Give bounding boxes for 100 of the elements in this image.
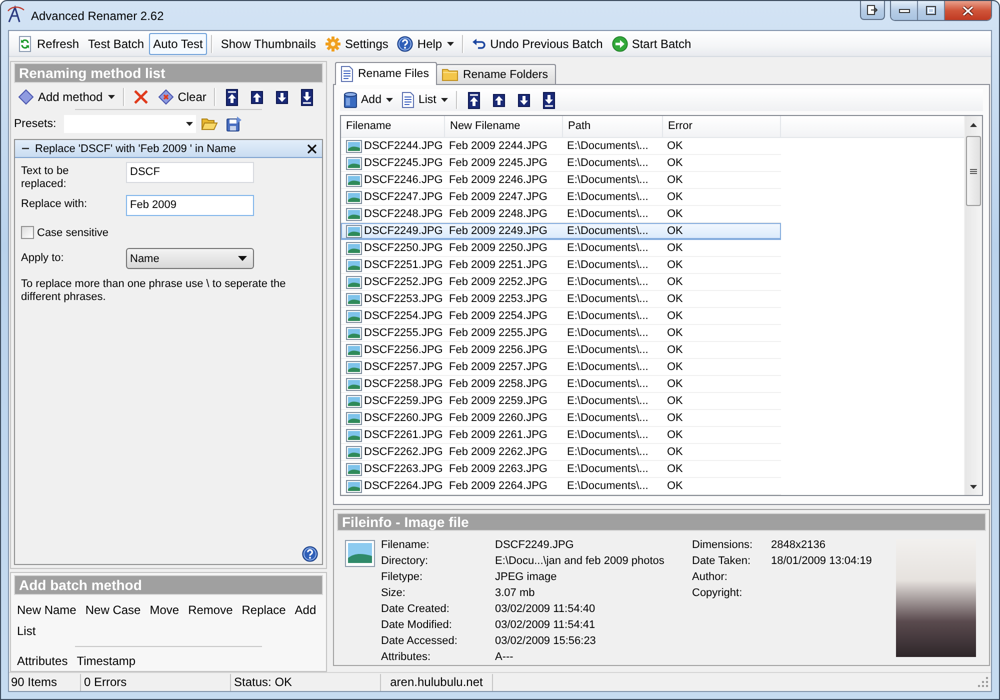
close-button[interactable]: [945, 1, 991, 20]
batch-method-link[interactable]: Timestamp: [76, 651, 136, 672]
table-cell-text: Feb 2009 2257.JPG: [448, 360, 548, 375]
file-row[interactable]: DSCF2259.JPG Feb 2009 2259.JPG E:\Documents\... OK: [341, 393, 781, 410]
file-row[interactable]: DSCF2252.JPG Feb 2009 2252.JPG E:\Documents\... OK: [341, 274, 781, 291]
table-cell-text: DSCF2245.JPG: [363, 156, 444, 171]
info-label: Date Modified:: [381, 619, 453, 631]
file-row[interactable]: DSCF2260.JPG Feb 2009 2260.JPG E:\Documents\... OK: [341, 410, 781, 427]
minimize-button[interactable]: [891, 1, 918, 20]
table-cell-text: DSCF2248.JPG: [363, 207, 444, 222]
table-cell-text: Feb 2009 2250.JPG: [448, 241, 548, 256]
image-file-icon: [346, 310, 362, 322]
toolbar-button[interactable]: Test Batch: [84, 32, 148, 54]
file-row[interactable]: DSCF2245.JPG Feb 2009 2245.JPG E:\Documents\... OK: [341, 155, 781, 172]
info-label: Directory:: [381, 555, 430, 567]
file-row[interactable]: DSCF2255.JPG Feb 2009 2255.JPG E:\Documents\... OK: [341, 325, 781, 342]
table-cell-text: E:\Documents\...: [566, 207, 650, 222]
table-cell-text: Feb 2009 2261.JPG: [448, 428, 548, 443]
image-file-icon: [346, 412, 362, 424]
checkbox-label[interactable]: Case sensitive: [37, 226, 109, 238]
list-button[interactable]: List: [398, 89, 452, 111]
method-header[interactable]: Replace 'DSCF' with 'Feb 2009 ' in Name: [15, 140, 322, 158]
maximize-button[interactable]: [918, 1, 945, 20]
info-label: Filetype:: [381, 571, 424, 583]
toolbar-button[interactable]: Undo Previous Batch: [468, 32, 607, 54]
table-cell-text: Feb 2009 2255.JPG: [448, 326, 548, 341]
table-cell-text: OK: [666, 411, 684, 426]
toolbar-button[interactable]: Show Thumbnails: [216, 32, 320, 54]
table-cell-text: E:\Documents\...: [566, 377, 650, 392]
file-row[interactable]: DSCF2254.JPG Feb 2009 2254.JPG E:\Documents\... OK: [341, 308, 781, 325]
dock-button[interactable]: [860, 1, 885, 20]
batch-method-link[interactable]: Remove: [188, 600, 233, 621]
file-row[interactable]: DSCF2246.JPG Feb 2009 2246.JPG E:\Documents\... OK: [341, 172, 781, 189]
image-file-icon: [346, 174, 362, 186]
column-header[interactable]: Error: [663, 116, 781, 137]
item-count: 90 Items: [9, 674, 81, 690]
toolbar-button[interactable]: Settings: [321, 32, 392, 54]
table-cell-text: Feb 2009 2264.JPG: [448, 479, 548, 494]
caret-down-icon: [970, 484, 977, 488]
toolbar-button[interactable]: Start Batch: [608, 32, 696, 54]
file-row[interactable]: DSCF2262.JPG Feb 2009 2262.JPG E:\Documents\... OK: [341, 444, 781, 461]
table-cell-text: E:\Documents\...: [566, 292, 650, 307]
toolbar-button[interactable]: Help: [393, 32, 458, 54]
add-method-button[interactable]: Add method: [14, 86, 119, 108]
table-cell-text: DSCF2250.JPG: [363, 241, 444, 256]
table-cell-text: OK: [666, 275, 684, 290]
vertical-scrollbar[interactable]: [964, 116, 982, 495]
file-row[interactable]: DSCF2263.JPG Feb 2009 2263.JPG E:\Documents\... OK: [341, 461, 781, 478]
table-cell-text: DSCF2254.JPG: [363, 309, 444, 324]
file-row[interactable]: DSCF2264.JPG Feb 2009 2264.JPG E:\Documents\... OK: [341, 478, 781, 495]
tab[interactable]: Rename Folders: [436, 64, 556, 84]
window-title: Advanced Renamer 2.62: [31, 9, 164, 23]
scroll-thumb[interactable]: [966, 136, 981, 206]
resize-grip-icon[interactable]: [978, 676, 989, 688]
table-cell-text: E:\Documents\...: [566, 411, 650, 426]
toolbar-button[interactable]: Refresh: [13, 32, 84, 54]
text-field[interactable]: Feb 2009: [126, 195, 254, 216]
apply-to-dropdown[interactable]: Name: [126, 248, 254, 269]
toolbar-button[interactable]: Auto Test: [149, 32, 207, 54]
table-cell-text: E:\Documents\...: [566, 173, 650, 188]
help-icon[interactable]: [302, 546, 318, 562]
field-label: Replace with:: [21, 197, 88, 211]
info-value: DSCF2249.JPG: [495, 539, 575, 551]
batch-method-link[interactable]: New Name: [17, 600, 76, 621]
tab[interactable]: Rename Files: [335, 62, 437, 85]
column-header[interactable]: New Filename: [445, 116, 563, 137]
folder-icon: [201, 117, 218, 131]
file-row[interactable]: DSCF2249.JPG Feb 2009 2249.JPG E:\Documents\... OK: [341, 223, 781, 240]
table-cell-text: OK: [666, 428, 684, 443]
batch-method-link[interactable]: Replace: [242, 600, 286, 621]
add-files-button[interactable]: Add: [340, 89, 398, 111]
text-field[interactable]: DSCF: [126, 162, 254, 183]
info-value: A---: [495, 651, 514, 663]
column-header[interactable]: Path: [563, 116, 663, 137]
file-row[interactable]: DSCF2253.JPG Feb 2009 2253.JPG E:\Documents\... OK: [341, 291, 781, 308]
image-file-icon: [346, 156, 362, 170]
batch-method-link[interactable]: Move: [150, 600, 180, 621]
column-header[interactable]: Filename: [341, 116, 445, 137]
info-value: 3.07 mb: [495, 587, 536, 599]
file-row[interactable]: DSCF2251.JPG Feb 2009 2251.JPG E:\Documents\... OK: [341, 257, 781, 274]
file-row[interactable]: DSCF2261.JPG Feb 2009 2261.JPG E:\Documents\... OK: [341, 427, 781, 444]
file-row[interactable]: DSCF2247.JPG Feb 2009 2247.JPG E:\Documents\... OK: [341, 189, 781, 206]
batch-method-link[interactable]: Attributes: [17, 651, 68, 672]
remove-method-button[interactable]: [306, 142, 318, 156]
file-row[interactable]: DSCF2258.JPG Feb 2009 2258.JPG E:\Documents\... OK: [341, 376, 781, 393]
checkbox[interactable]: [21, 226, 34, 239]
batch-method-link[interactable]: Add: [294, 600, 316, 621]
arrow-up-bar-icon: [468, 92, 480, 108]
file-row[interactable]: DSCF2256.JPG Feb 2009 2256.JPG E:\Documents\... OK: [341, 342, 781, 359]
clear-button[interactable]: Clear: [154, 86, 210, 108]
table-cell-text: DSCF2263.JPG: [363, 462, 444, 477]
file-row[interactable]: DSCF2257.JPG Feb 2009 2257.JPG E:\Documents\... OK: [341, 359, 781, 376]
refresh-icon: [17, 36, 33, 52]
batch-method-link[interactable]: New Case: [85, 600, 141, 621]
batch-method-link[interactable]: List: [17, 621, 36, 642]
table-cell-text: DSCF2262.JPG: [363, 445, 444, 460]
file-row[interactable]: DSCF2244.JPG Feb 2009 2244.JPG E:\Documents\... OK: [341, 138, 781, 155]
file-row[interactable]: DSCF2250.JPG Feb 2009 2250.JPG E:\Documents\... OK: [341, 240, 781, 257]
gear-icon: [325, 36, 342, 52]
table-cell-text: Feb 2009 2253.JPG: [448, 292, 548, 307]
